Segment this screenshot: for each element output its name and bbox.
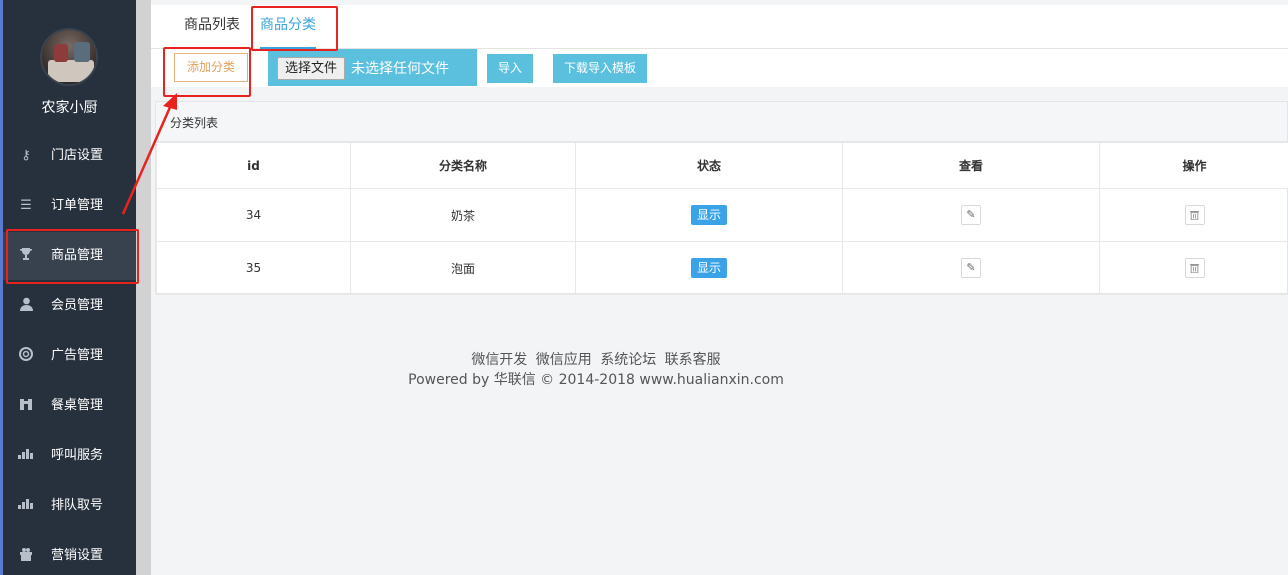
sidebar-item-ads[interactable]: 广告管理 [3, 332, 136, 380]
sidebar-item-store-settings[interactable]: ⚷ 门店设置 [3, 132, 136, 180]
main-content: 商品列表 商品分类 添加分类 选择文件 未选择任何文件 导入 下载导入模板 分类… [151, 0, 1288, 575]
sidebar-item-label: 营销设置 [51, 548, 104, 563]
sidebar-item-label: 排队取号 [51, 498, 104, 513]
cell-id: 35 [156, 241, 351, 295]
binoculars-icon [17, 397, 35, 415]
footer-link[interactable]: 联系客服 [665, 352, 721, 368]
cell-actions [1099, 241, 1288, 295]
column-header-actions: 操作 [1099, 142, 1288, 189]
sidebar-item-label: 餐桌管理 [51, 398, 104, 413]
cell-view: ✎ [842, 188, 1100, 242]
cell-name: 奶茶 [350, 188, 576, 242]
user-icon [17, 297, 35, 315]
tab-product-list[interactable]: 商品列表 [184, 5, 240, 49]
footer-links: 微信开发 微信应用 系统论坛 联系客服 [151, 349, 1041, 369]
footer-link[interactable]: 系统论坛 [600, 352, 656, 368]
sidebar-item-label: 呼叫服务 [51, 448, 104, 463]
avatar[interactable] [40, 28, 98, 86]
sidebar-scrollbar[interactable] [136, 0, 151, 575]
gift-icon [17, 547, 35, 565]
column-header-id: id [156, 142, 351, 189]
panel-header: 分类列表 [156, 102, 1287, 142]
footer-copyright: Powered by 华联信 © 2014-2018 www.hualianxi… [408, 372, 784, 388]
sidebar-item-label: 会员管理 [51, 298, 104, 313]
cell-status: 显示 [575, 188, 843, 242]
sidebar-item-queue[interactable]: 排队取号 [3, 482, 136, 530]
cell-view: ✎ [842, 241, 1100, 295]
cell-actions [1099, 188, 1288, 242]
sidebar-item-call-service[interactable]: 呼叫服务 [3, 432, 136, 480]
footer-link[interactable]: 微信应用 [536, 352, 592, 368]
trash-icon[interactable] [1184, 205, 1205, 225]
category-panel: 分类列表 id 分类名称 状态 查看 操作 34 奶茶 显示 ✎ 35 泡面 显… [155, 101, 1288, 295]
sidebar-item-label: 门店设置 [51, 148, 104, 163]
cell-name: 泡面 [350, 241, 576, 295]
status-badge[interactable]: 显示 [691, 258, 727, 278]
table-header-row: id 分类名称 状态 查看 操作 [156, 142, 1288, 189]
edit-icon[interactable]: ✎ [961, 258, 981, 278]
file-status-text: 未选择任何文件 [351, 61, 449, 77]
sidebar-item-members[interactable]: 会员管理 [3, 282, 136, 330]
sidebar-item-orders[interactable]: ☰ 订单管理 [3, 182, 136, 230]
annotation-box-sidebar [6, 229, 139, 284]
cell-status: 显示 [575, 241, 843, 295]
category-table: id 分类名称 状态 查看 操作 34 奶茶 显示 ✎ 35 泡面 显示 ✎ [156, 142, 1288, 295]
table-row: 34 奶茶 显示 ✎ [156, 188, 1288, 242]
panel-title: 分类列表 [170, 116, 219, 130]
download-template-button[interactable]: 下载导入模板 [553, 54, 647, 83]
sidebar: 农家小厨 ⚷ 门店设置 ☰ 订单管理 商品管理 会员管理 广告管理 餐桌管理 呼… [3, 0, 136, 575]
trash-icon[interactable] [1184, 258, 1205, 278]
sidebar-item-label: 广告管理 [51, 348, 104, 363]
column-header-name: 分类名称 [350, 142, 576, 189]
cell-id: 34 [156, 188, 351, 242]
toolbar: 添加分类 选择文件 未选择任何文件 导入 下载导入模板 [151, 49, 1288, 87]
footer-link[interactable]: 微信开发 [471, 352, 527, 368]
signal-icon [17, 497, 35, 515]
status-badge[interactable]: 显示 [691, 205, 727, 225]
lifebuoy-icon [17, 347, 35, 365]
choose-file-button[interactable]: 选择文件 [277, 57, 345, 80]
import-button[interactable]: 导入 [487, 54, 533, 83]
table-row: 35 泡面 显示 ✎ [156, 241, 1288, 295]
annotation-box-add [163, 47, 251, 97]
column-header-view: 查看 [842, 142, 1100, 189]
file-upload-group: 选择文件 未选择任何文件 [268, 49, 477, 86]
sidebar-item-tables[interactable]: 餐桌管理 [3, 382, 136, 430]
annotation-box-tab [251, 6, 338, 51]
list-icon: ☰ [20, 198, 32, 213]
sidebar-item-label: 订单管理 [51, 198, 104, 213]
sidebar-item-marketing[interactable]: 营销设置 [3, 532, 136, 575]
edit-icon[interactable]: ✎ [961, 205, 981, 225]
signal-icon [17, 447, 35, 465]
column-header-status: 状态 [575, 142, 843, 189]
key-icon: ⚷ [21, 148, 31, 163]
shop-name: 农家小厨 [41, 100, 98, 116]
